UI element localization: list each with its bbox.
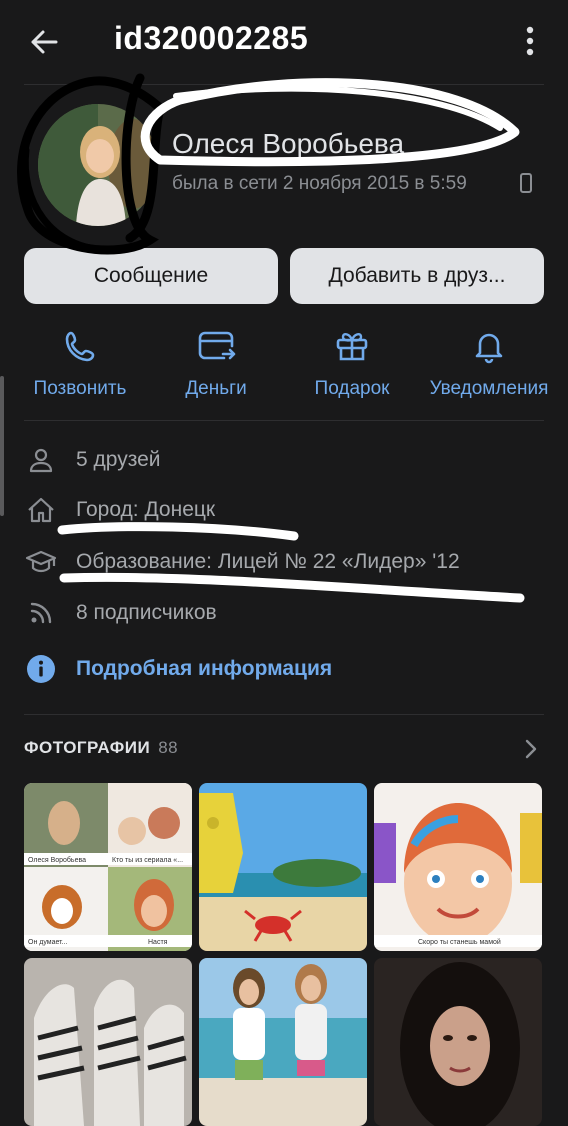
collage-caption-4: Настя: [148, 939, 168, 946]
home-icon: [24, 493, 58, 527]
header-divider: [24, 84, 544, 85]
phone-icon: [65, 331, 95, 362]
back-arrow-icon[interactable]: [28, 26, 60, 58]
more-options-icon[interactable]: [516, 24, 544, 58]
call-action[interactable]: Позвонить: [18, 322, 142, 412]
money-transfer-icon: [198, 331, 236, 360]
online-status: была в сети 2 ноября 2015 в 5:59: [172, 173, 467, 194]
info-icon: [24, 652, 58, 686]
more-info-link[interactable]: Подробная информация: [24, 649, 544, 689]
photo-thumbnail[interactable]: Скоро ты станешь мамой: [374, 783, 542, 951]
photos-section-header[interactable]: ФОТОГРАФИИ 88: [24, 738, 178, 758]
info-divider: [24, 714, 544, 715]
followers-row[interactable]: 8 подписчиков: [24, 593, 544, 633]
education-text: Образование: Лицей № 22 «Лидер» '12: [76, 550, 460, 573]
city-text: Город: Донецк: [76, 498, 216, 521]
photo-thumbnail[interactable]: [199, 783, 367, 951]
call-label: Позвонить: [33, 378, 127, 399]
kid-caption: Скоро ты станешь мамой: [418, 938, 501, 946]
money-action[interactable]: Деньги: [156, 322, 276, 412]
city-row: Город: Донецк: [24, 490, 544, 530]
scrollbar[interactable]: [0, 376, 4, 516]
friends-count: 5 друзей: [76, 448, 161, 471]
notifications-action[interactable]: Уведомления: [420, 322, 558, 412]
photo-thumbnail[interactable]: Олеся Воробьева Кто ты из сериала «... О…: [24, 783, 192, 951]
avatar[interactable]: [38, 104, 158, 226]
photo-thumbnail[interactable]: [374, 958, 542, 1126]
photos-count: 88: [158, 738, 179, 757]
collage-caption-1: Олеся Воробьева: [28, 856, 86, 864]
graduation-cap-icon: [24, 545, 58, 579]
gift-action[interactable]: Подарок: [292, 322, 412, 412]
photo-thumbnail[interactable]: [24, 958, 192, 1126]
friends-count-row[interactable]: 5 друзей: [24, 440, 544, 480]
mobile-device-icon: [520, 173, 532, 193]
more-info-text: Подробная информация: [76, 657, 333, 680]
page-title: id320002285: [114, 20, 309, 56]
gift-label: Подарок: [314, 378, 390, 399]
bell-icon: [475, 333, 503, 364]
profile-name: Олеся Воробьева: [172, 128, 405, 159]
collage-caption-2: Кто ты из сериала «...: [112, 857, 183, 864]
add-friend-button[interactable]: Добавить в друз...: [290, 248, 544, 304]
notifications-label: Уведомления: [429, 378, 549, 399]
message-button[interactable]: Сообщение: [24, 248, 278, 304]
gift-icon: [336, 332, 368, 361]
followers-count: 8 подписчиков: [76, 601, 217, 624]
person-icon: [24, 443, 58, 477]
rss-icon: [24, 596, 58, 630]
top-bar: id320002285: [0, 0, 568, 84]
chevron-right-icon[interactable]: [522, 738, 540, 760]
education-row: Образование: Лицей № 22 «Лидер» '12: [24, 542, 544, 582]
actions-divider: [24, 420, 544, 421]
photo-thumbnail[interactable]: [199, 958, 367, 1126]
photos-title: ФОТОГРАФИИ: [24, 738, 151, 757]
money-label: Деньги: [185, 378, 247, 399]
collage-caption-3: Он думает...: [28, 939, 67, 946]
